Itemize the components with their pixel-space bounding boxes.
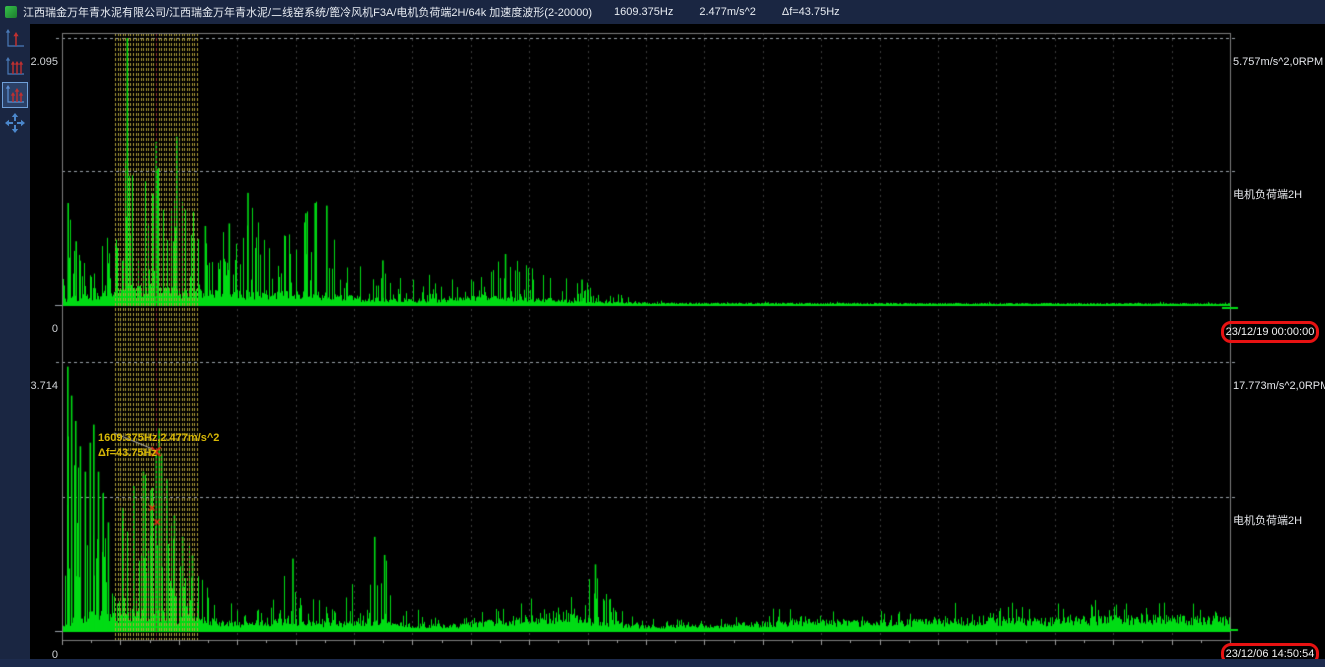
harmonic-cursor-button[interactable] (2, 54, 28, 80)
harmonic-cursor-icon (4, 56, 26, 78)
bottom-chart-ymax-label: 3.714 (30, 380, 58, 393)
cursor-annotation-delta: Δf=43.75Hz (98, 447, 157, 460)
spectrum-canvas[interactable] (30, 24, 1325, 667)
single-cursor-icon (4, 28, 26, 50)
single-cursor-button[interactable] (2, 26, 28, 52)
top-chart-channel-label[interactable]: 电机负荷端2H (1233, 189, 1302, 202)
cursor-frequency-readout: 1609.375Hz (614, 6, 673, 18)
top-trace-timestamp: 23/12/19 00:00:00 (1226, 326, 1315, 338)
top-chart-fullscale-label: 5.757m/s^2,0RPM (1233, 56, 1323, 69)
app-icon (5, 6, 17, 18)
sideband-cursor-icon (4, 84, 26, 106)
measurement-path: 江西瑞金万年青水泥有限公司/江西瑞金万年青水泥/二线窑系统/篦冷风机F3A/电机… (23, 4, 592, 20)
pan-button[interactable] (2, 110, 28, 136)
bottom-strip (0, 659, 1325, 667)
left-toolbar (0, 24, 30, 667)
cursor-amplitude-readout: 2.477m/s^2 (699, 6, 756, 18)
cursor-delta-readout: Δf=43.75Hz (782, 6, 840, 18)
chart-area: 2.095 0 3.714 0 5.757m/s^2,0RPM 电机负荷端2H … (30, 24, 1325, 667)
bottom-chart-channel-label[interactable]: 电机负荷端2H (1233, 515, 1302, 528)
cursor-annotation-value: 1609.375Hz,2.477m/s^2 (98, 432, 219, 445)
top-chart-ymax-label: 2.095 (30, 56, 58, 69)
top-trace-timestamp-box[interactable]: 23/12/19 00:00:00 (1221, 321, 1319, 343)
pan-icon (4, 112, 26, 134)
bottom-chart-fullscale-label: 17.773m/s^2,0RPM (1233, 380, 1325, 393)
sideband-cursor-button[interactable] (2, 82, 28, 108)
top-chart-yzero-label: 0 (30, 323, 58, 336)
spectrum-analyzer-window: 江西瑞金万年青水泥有限公司/江西瑞金万年青水泥/二线窑系统/篦冷风机F3A/电机… (0, 0, 1325, 667)
title-bar: 江西瑞金万年青水泥有限公司/江西瑞金万年青水泥/二线窑系统/篦冷风机F3A/电机… (0, 0, 1325, 24)
